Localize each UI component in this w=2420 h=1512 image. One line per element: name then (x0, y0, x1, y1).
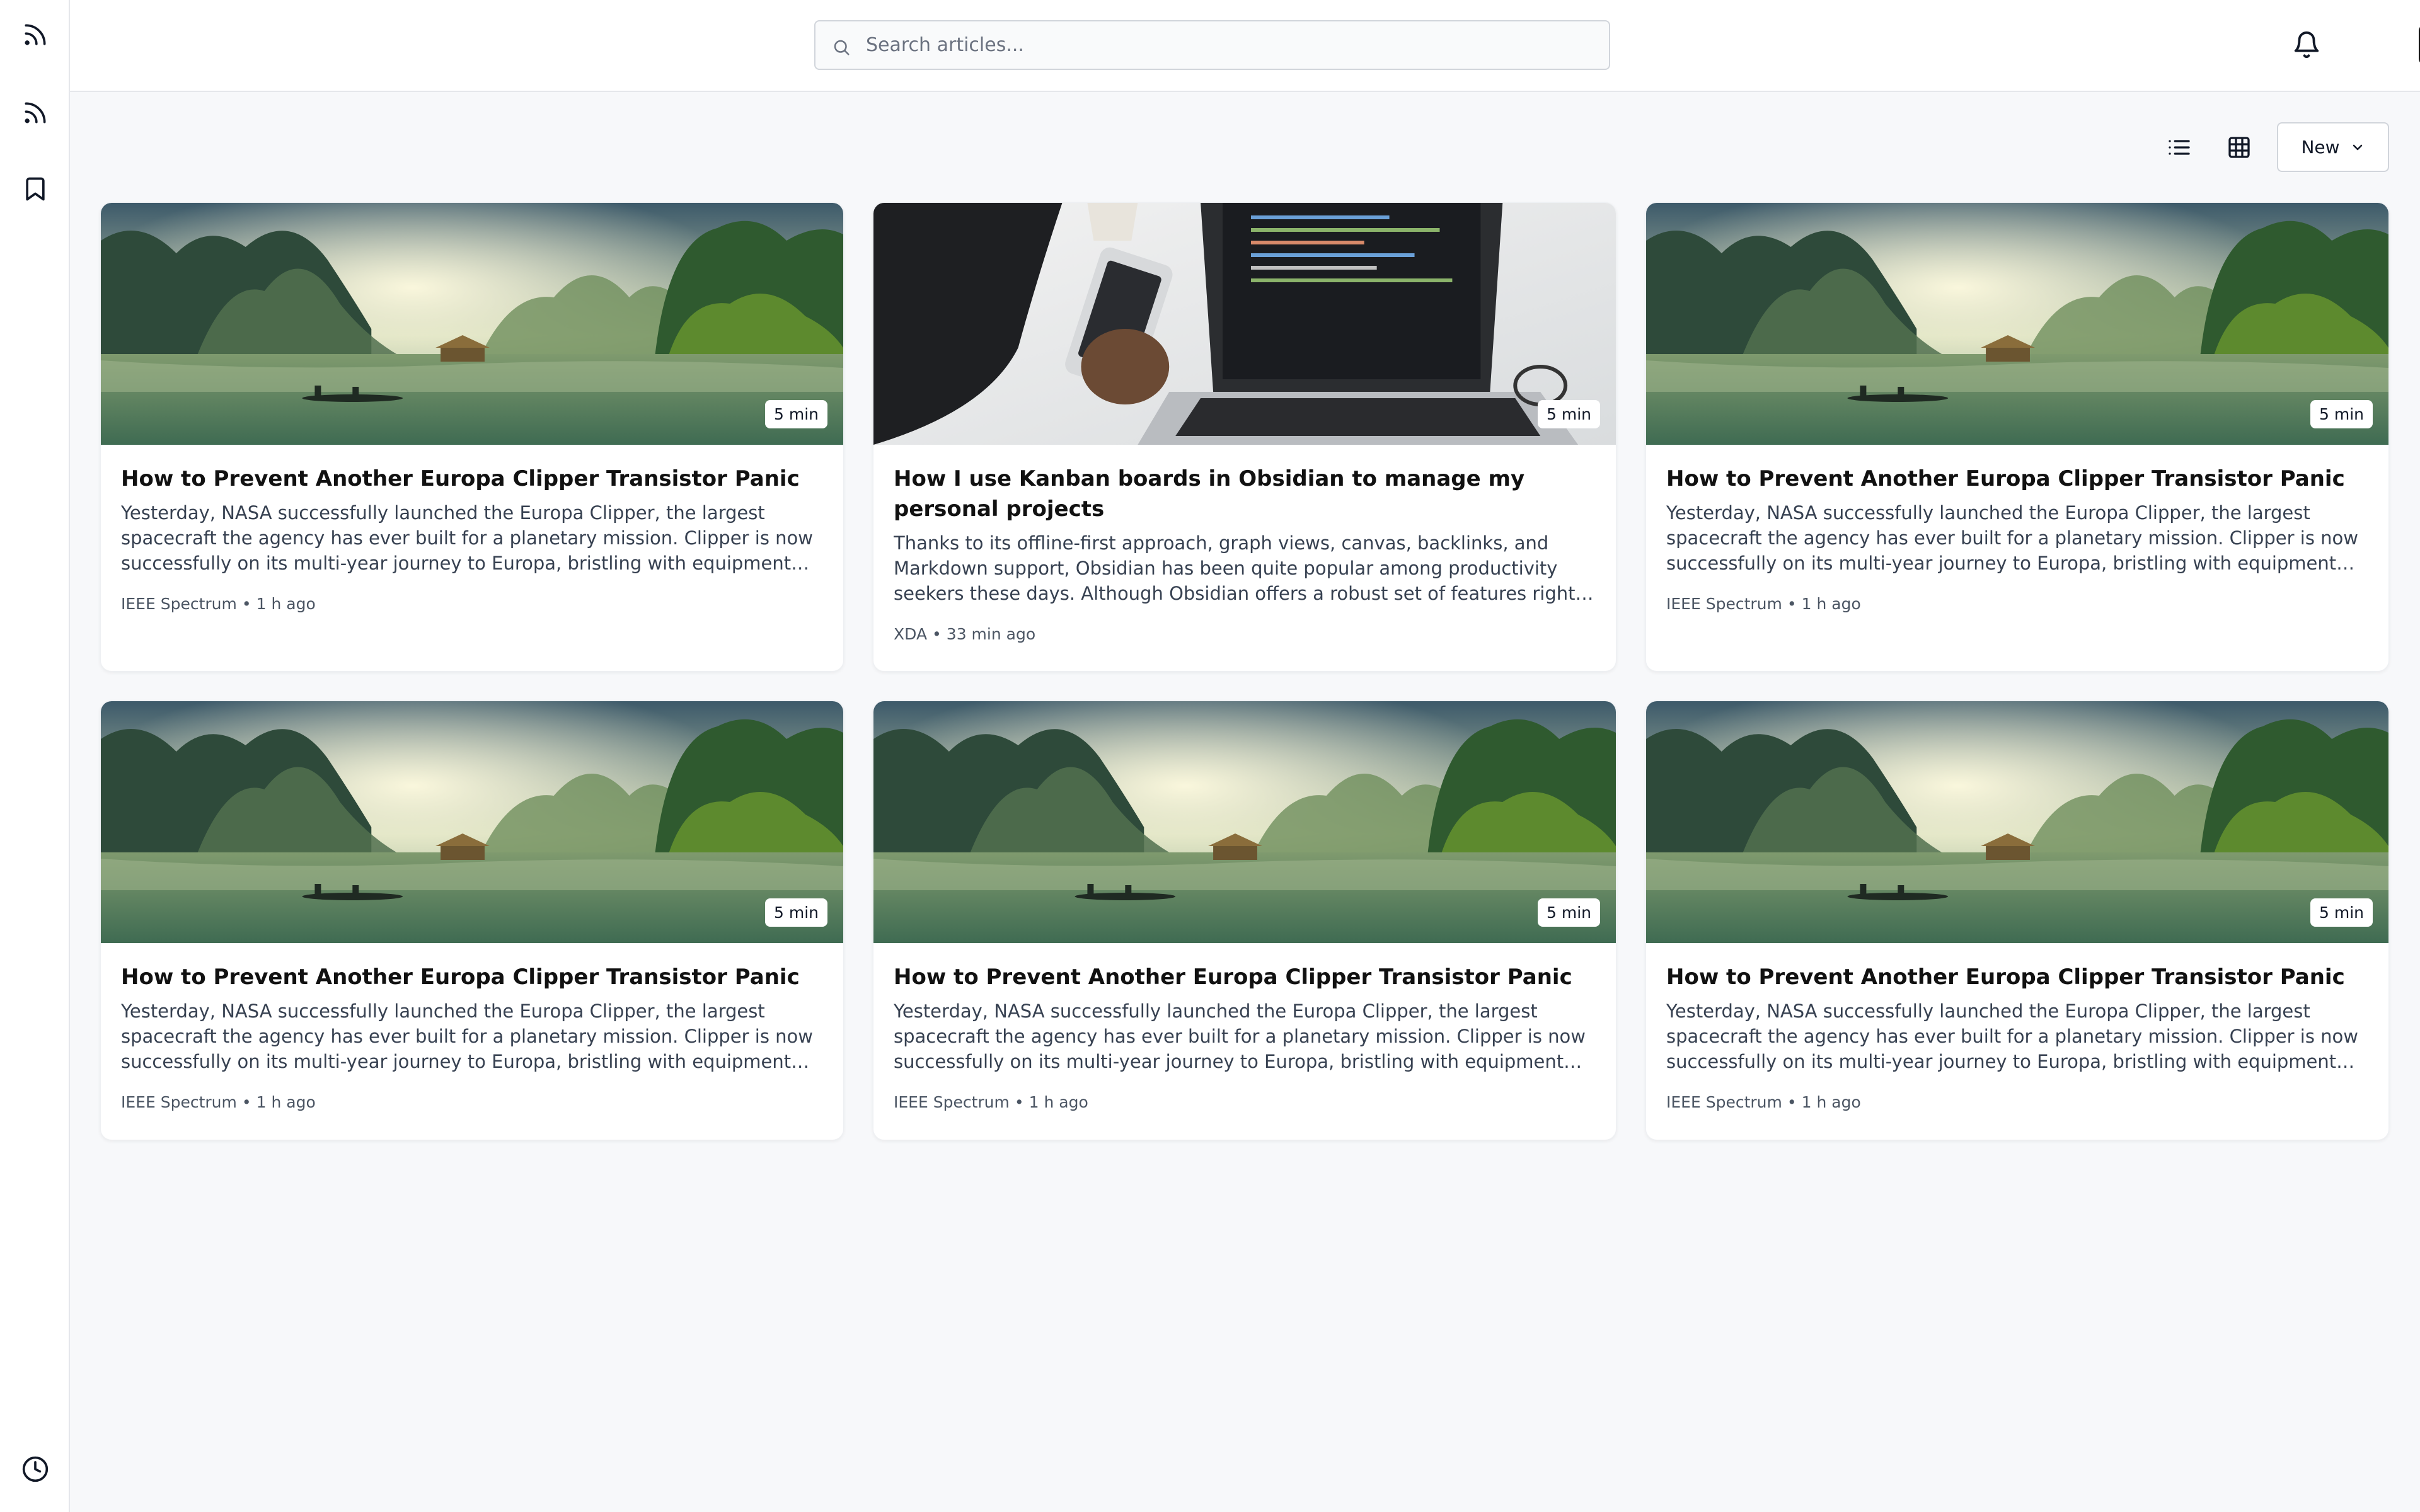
read-time-badge: 5 min (1538, 898, 1600, 927)
search-input[interactable] (866, 21, 1597, 69)
article-title[interactable]: How to Prevent Another Europa Clipper Tr… (894, 962, 1596, 992)
article-source: IEEE Spectrum (121, 1093, 237, 1111)
article-source: XDA (894, 625, 928, 643)
read-time-badge: 5 min (765, 898, 827, 927)
article-time: 1 h ago (1028, 1093, 1088, 1111)
article-card[interactable]: 5 min How to Prevent Another Europa Clip… (1645, 701, 2389, 1140)
rss-icon[interactable] (21, 99, 49, 127)
article-description: Thanks to its offline-first approach, gr… (894, 532, 1576, 604)
article-description: Yesterday, NASA successfully launched th… (121, 502, 814, 574)
article-card[interactable]: 5 min How to Prevent Another Europa Clip… (100, 701, 844, 1140)
read-time-badge: 5 min (1538, 400, 1600, 428)
sort-dropdown[interactable]: New (2277, 122, 2389, 172)
article-description: Yesterday, NASA successfully launched th… (1666, 1000, 2359, 1072)
grid-icon (2228, 137, 2250, 158)
article-source: IEEE Spectrum (1666, 1093, 1782, 1111)
article-title[interactable]: How to Prevent Another Europa Clipper Tr… (1666, 464, 2368, 494)
grid-view-button[interactable] (2223, 131, 2256, 164)
read-time-badge: 5 min (2310, 898, 2373, 927)
list-view-button[interactable] (2163, 131, 2196, 164)
article-card[interactable]: 5 min How I use Kanban boards in Obsidia… (873, 202, 1616, 672)
article-description: Yesterday, NASA successfully launched th… (121, 1000, 814, 1072)
sort-label: New (2301, 137, 2340, 158)
article-thumbnail: 5 min (1646, 203, 2388, 445)
article-time: 1 h ago (256, 1093, 316, 1111)
article-meta: IEEE Spectrum • 1 h ago (121, 595, 316, 613)
article-source: IEEE Spectrum (1666, 595, 1782, 613)
article-meta: IEEE Spectrum • 1 h ago (121, 1093, 316, 1111)
read-time-badge: 5 min (2310, 400, 2373, 428)
article-card[interactable]: 5 min How to Prevent Another Europa Clip… (100, 202, 844, 672)
article-description: Yesterday, NASA successfully launched th… (894, 1000, 1586, 1072)
article-thumbnail: 5 min (873, 701, 1616, 943)
article-meta: XDA • 33 min ago (894, 625, 1036, 643)
article-title[interactable]: How I use Kanban boards in Obsidian to m… (894, 464, 1596, 524)
search-box[interactable] (814, 20, 1610, 70)
article-thumbnail: 5 min (873, 203, 1616, 445)
read-time-badge: 5 min (765, 400, 827, 428)
search-icon (834, 40, 850, 55)
article-meta: IEEE Spectrum • 1 h ago (1666, 1093, 1861, 1111)
bookmark-icon[interactable] (21, 175, 49, 203)
chevron-down-icon (2353, 144, 2362, 150)
article-meta: IEEE Spectrum • 1 h ago (894, 1093, 1088, 1111)
article-source: IEEE Spectrum (121, 595, 237, 613)
article-time: 1 h ago (1801, 1093, 1861, 1111)
article-time: 1 h ago (256, 595, 316, 613)
article-card[interactable]: 5 min How to Prevent Another Europa Clip… (873, 701, 1616, 1140)
sidebar (0, 0, 70, 1512)
clock-icon[interactable] (21, 1455, 49, 1483)
article-time: 1 h ago (1801, 595, 1861, 613)
article-thumbnail: 5 min (101, 701, 843, 943)
article-thumbnail: 5 min (101, 203, 843, 445)
article-source: IEEE Spectrum (894, 1093, 1010, 1111)
article-card[interactable]: 5 min How to Prevent Another Europa Clip… (1645, 202, 2389, 672)
rss-feeds-icon[interactable] (21, 21, 49, 49)
article-grid: 5 min How to Prevent Another Europa Clip… (100, 202, 2389, 1140)
article-title[interactable]: How to Prevent Another Europa Clipper Tr… (121, 962, 823, 992)
list-icon (2169, 140, 2190, 155)
bell-icon[interactable] (2292, 30, 2321, 59)
article-description: Yesterday, NASA successfully launched th… (1666, 502, 2359, 574)
article-time: 33 min ago (946, 625, 1036, 643)
article-title[interactable]: How to Prevent Another Europa Clipper Tr… (121, 464, 823, 494)
article-thumbnail: 5 min (1646, 701, 2388, 943)
article-meta: IEEE Spectrum • 1 h ago (1666, 595, 1861, 613)
article-title[interactable]: How to Prevent Another Europa Clipper Tr… (1666, 962, 2368, 992)
top-bar: J (70, 0, 2420, 92)
